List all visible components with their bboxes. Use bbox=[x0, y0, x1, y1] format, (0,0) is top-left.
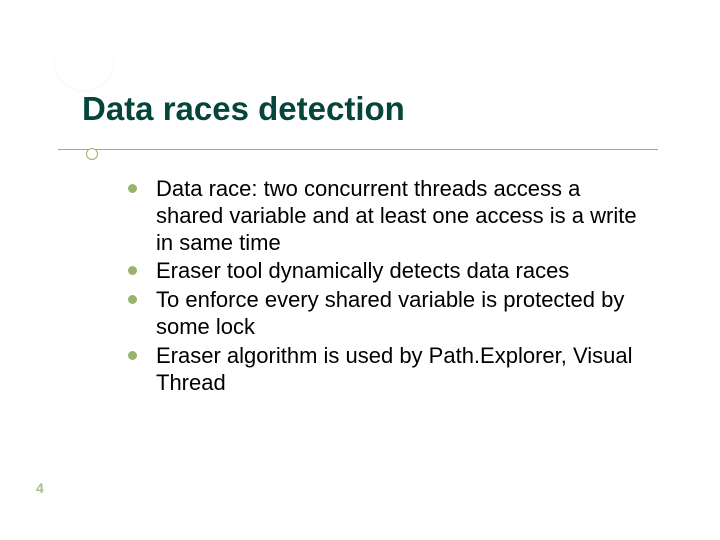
list-item: Eraser tool dynamically detects data rac… bbox=[128, 258, 650, 285]
slide-title: Data races detection bbox=[82, 90, 672, 128]
decorative-circle bbox=[55, 32, 113, 90]
bullet-text: Eraser tool dynamically detects data rac… bbox=[156, 258, 569, 283]
bullet-icon bbox=[128, 351, 137, 360]
title-block: Data races detection bbox=[82, 90, 672, 134]
bullet-text: Eraser algorithm is used by Path.Explore… bbox=[156, 343, 633, 395]
bullet-icon bbox=[128, 266, 137, 275]
list-item: Data race: two concurrent threads access… bbox=[128, 176, 650, 256]
content-area: Data race: two concurrent threads access… bbox=[128, 176, 650, 399]
list-item: Eraser algorithm is used by Path.Explore… bbox=[128, 343, 650, 397]
bullet-icon bbox=[128, 295, 137, 304]
bullet-text: Data race: two concurrent threads access… bbox=[156, 176, 637, 255]
divider-line bbox=[58, 136, 658, 150]
divider-dot bbox=[86, 148, 98, 160]
bullet-text: To enforce every shared variable is prot… bbox=[156, 287, 624, 339]
list-item: To enforce every shared variable is prot… bbox=[128, 287, 650, 341]
bullet-list: Data race: two concurrent threads access… bbox=[128, 176, 650, 397]
page-number: 4 bbox=[36, 480, 44, 496]
bullet-icon bbox=[128, 184, 137, 193]
divider bbox=[58, 136, 658, 154]
